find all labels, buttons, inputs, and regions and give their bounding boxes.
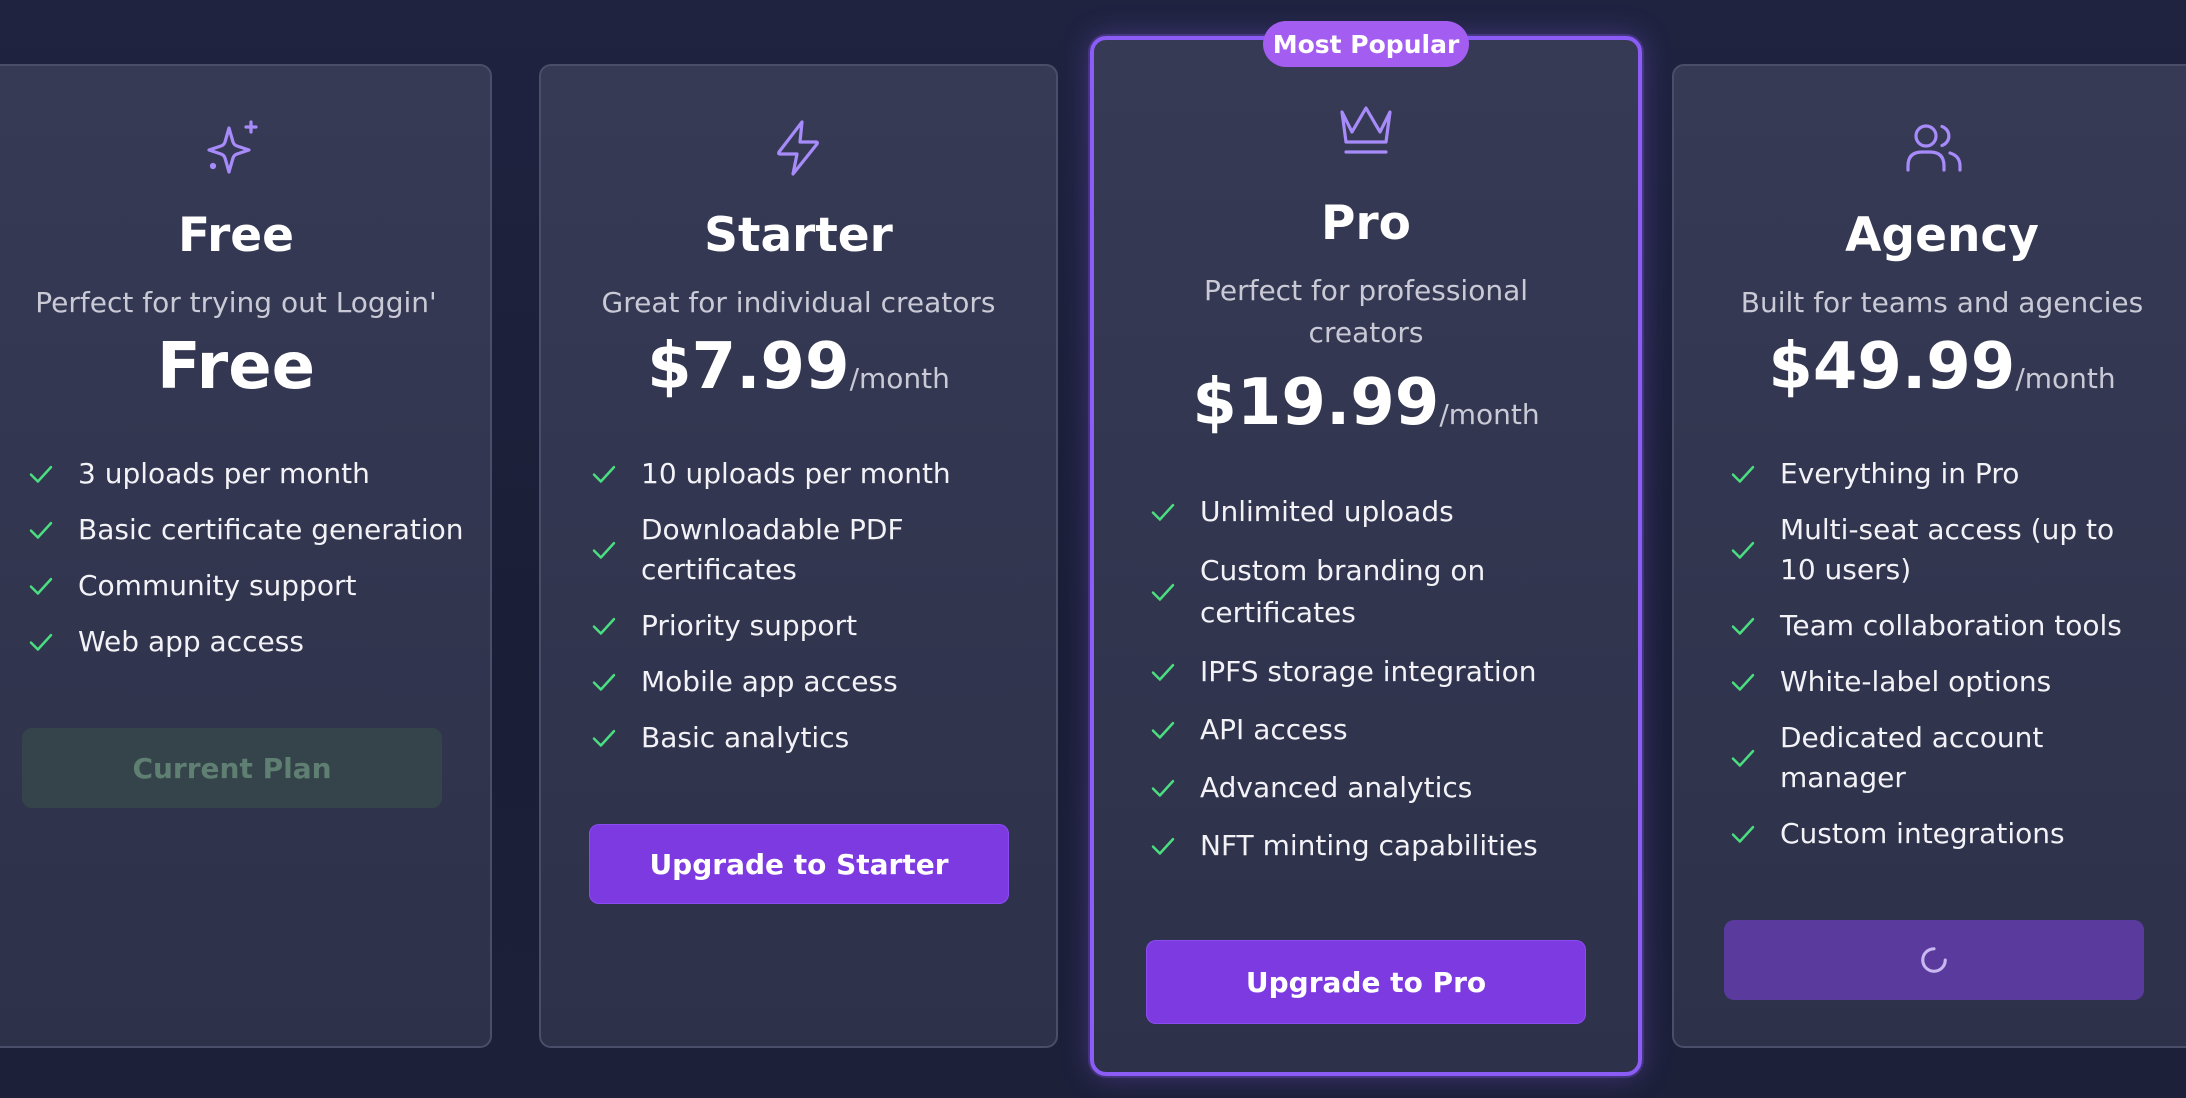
feature-item: IPFS storage integration: [1148, 652, 1588, 692]
feature-item: Custom branding on certificates: [1148, 550, 1588, 634]
plan-name: Free: [177, 208, 295, 263]
price: $49.99/month: [1674, 330, 2186, 404]
check-icon: [29, 577, 53, 595]
check-icon: [1731, 541, 1755, 559]
check-icon: [1151, 779, 1175, 797]
feature-item: Community support: [26, 566, 476, 606]
check-icon: [1731, 617, 1755, 635]
feature-item: Everything in Pro: [1728, 454, 2148, 494]
price: $19.99/month: [1094, 366, 1638, 440]
check-icon: [1731, 749, 1755, 767]
pricing-section: Free Perfect for trying out Loggin' Free…: [0, 0, 2186, 1098]
price-amount: $49.99: [1768, 330, 2016, 404]
feature-list: Everything in Pro Multi-seat access (up …: [1728, 454, 2148, 870]
check-icon: [1151, 721, 1175, 739]
loading-spinner-icon: [1921, 947, 1947, 973]
upgrade-to-pro-button[interactable]: Upgrade to Pro: [1146, 940, 1586, 1024]
check-icon: [29, 465, 53, 483]
plan-name: Pro: [1321, 196, 1411, 251]
feature-item: Basic certificate generation: [26, 510, 476, 550]
feature-item: White-label options: [1728, 662, 2148, 702]
price-period: /month: [2015, 362, 2116, 395]
feature-item: Custom integrations: [1728, 814, 2148, 854]
plan-description: Built for teams and agencies: [1740, 286, 2144, 319]
price-amount: $7.99: [647, 330, 850, 404]
feature-item: API access: [1148, 710, 1588, 750]
plan-card-free: Free Perfect for trying out Loggin' Free…: [0, 64, 492, 1048]
feature-list: 3 uploads per month Basic certificate ge…: [26, 454, 476, 678]
feature-item: Multi-seat access (up to 10 users): [1728, 510, 2148, 590]
users-icon: [1902, 116, 1966, 180]
feature-item: Team collaboration tools: [1728, 606, 2148, 646]
feature-item: Web app access: [26, 622, 476, 662]
feature-item: 3 uploads per month: [26, 454, 476, 494]
price: $7.99/month: [541, 330, 1056, 404]
check-icon: [1731, 465, 1755, 483]
check-icon: [1731, 825, 1755, 843]
price-amount: $19.99: [1192, 366, 1440, 440]
plan-description: Great for individual creators: [601, 286, 996, 319]
check-icon: [592, 673, 616, 691]
price-amount: Free: [157, 330, 315, 404]
price-period: /month: [849, 362, 950, 395]
check-icon: [1151, 503, 1175, 521]
check-icon: [592, 729, 616, 747]
feature-item: 10 uploads per month: [589, 454, 1029, 494]
check-icon: [1151, 583, 1175, 601]
plan-card-starter: Starter Great for individual creators $7…: [539, 64, 1058, 1048]
check-icon: [592, 617, 616, 635]
check-icon: [29, 521, 53, 539]
feature-item: Priority support: [589, 606, 1029, 646]
sparkles-icon: [201, 116, 265, 180]
crown-icon: [1334, 96, 1398, 160]
feature-item: NFT minting capabilities: [1148, 826, 1588, 866]
plan-name: Agency: [1845, 208, 2039, 263]
price: Free: [0, 330, 490, 404]
check-icon: [1151, 663, 1175, 681]
plan-description: Perfect for trying out Loggin': [35, 286, 437, 319]
current-plan-button[interactable]: Current Plan: [22, 728, 442, 808]
plan-card-pro: Pro Perfect for professional creators $1…: [1090, 36, 1642, 1076]
feature-list: Unlimited uploads Custom branding on cer…: [1148, 492, 1588, 884]
feature-item: Unlimited uploads: [1148, 492, 1588, 532]
check-icon: [1151, 837, 1175, 855]
plan-name: Starter: [704, 208, 893, 263]
feature-item: Downloadable PDF certificates: [589, 510, 1029, 590]
check-icon: [1731, 673, 1755, 691]
check-icon: [29, 633, 53, 651]
feature-item: Mobile app access: [589, 662, 1029, 702]
feature-item: Advanced analytics: [1148, 768, 1588, 808]
plan-description: Perfect for professional creators: [1203, 274, 1529, 349]
price-period: /month: [1439, 398, 1540, 431]
lightning-icon: [767, 116, 831, 180]
feature-item: Basic analytics: [589, 718, 1029, 758]
check-icon: [592, 541, 616, 559]
feature-item: Dedicated account manager: [1728, 718, 2148, 798]
most-popular-badge: Most Popular: [1263, 21, 1469, 67]
upgrade-to-starter-button[interactable]: Upgrade to Starter: [589, 824, 1009, 904]
feature-list: 10 uploads per month Downloadable PDF ce…: [589, 454, 1029, 774]
plan-card-agency: Agency Built for teams and agencies $49.…: [1672, 64, 2186, 1048]
check-icon: [592, 465, 616, 483]
